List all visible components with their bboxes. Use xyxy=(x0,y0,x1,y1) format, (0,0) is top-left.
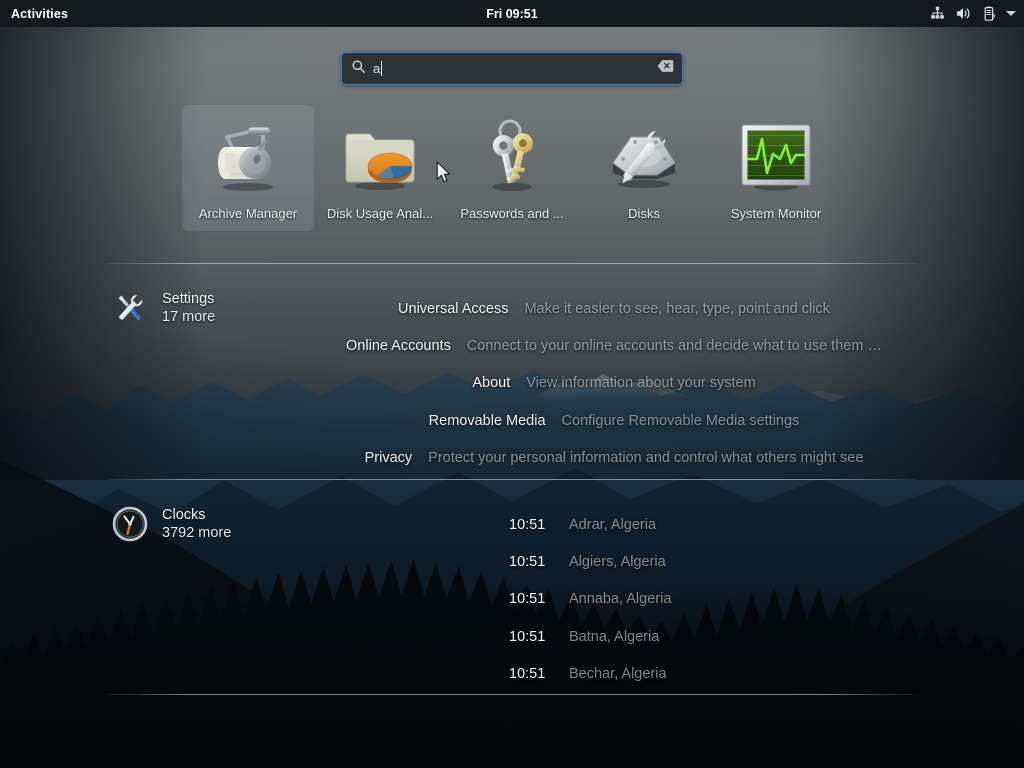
search-input[interactable]: a xyxy=(341,52,683,85)
clear-backspace-icon[interactable] xyxy=(657,59,674,78)
app-label: Passwords and ... xyxy=(460,206,564,221)
section-title: Clocks xyxy=(162,507,206,523)
search-result-row[interactable]: 10:51 Annaba, Algeria xyxy=(300,581,928,618)
result-title: Removable Media xyxy=(428,412,546,429)
search-result-row[interactable]: 10:51 Batna, Algeria xyxy=(300,618,928,655)
result-title: Universal Access xyxy=(398,300,509,317)
search-result-row[interactable]: 10:51 Bechar, Algeria xyxy=(300,656,928,693)
system-status-area[interactable] xyxy=(930,0,1016,27)
result-title: Online Accounts xyxy=(346,338,451,355)
result-city: Adrar, Algeria xyxy=(569,516,657,533)
app-result-disk-usage-analyzer[interactable]: Disk Usage Anal... xyxy=(314,105,446,231)
settings-results-list: Universal Access Make it easier to see, … xyxy=(300,290,928,477)
passwords-and-keys-icon xyxy=(469,113,555,199)
disks-icon xyxy=(601,113,687,199)
activities-label: Activities xyxy=(11,6,69,21)
section-more-count: 17 more xyxy=(162,309,216,325)
app-result-disks[interactable]: Disks xyxy=(578,105,710,231)
result-city: Algiers, Algeria xyxy=(569,554,666,571)
caret-down-icon xyxy=(1006,11,1016,16)
search-input-value: a xyxy=(373,52,650,85)
top-bar: Activities Fri 09:51 xyxy=(0,0,1024,27)
result-city: Batna, Algeria xyxy=(569,628,660,645)
settings-section-header[interactable]: Settings 17 more xyxy=(112,290,215,326)
disk-usage-analyzer-icon xyxy=(337,113,423,199)
section-separator-middle xyxy=(106,479,918,480)
settings-tools-icon xyxy=(112,290,148,326)
activities-button[interactable]: Activities xyxy=(0,0,81,27)
topbar-clock[interactable]: Fri 09:51 xyxy=(0,7,1024,21)
app-result-archive-manager[interactable]: Archive Manager xyxy=(182,105,314,231)
app-result-passwords-and-keys[interactable]: Passwords and ... xyxy=(446,105,578,231)
result-title: Privacy xyxy=(364,450,413,467)
app-results-grid: Archive Manager Disk Usage Anal... Passw… xyxy=(0,105,1024,231)
result-time: 10:51 xyxy=(509,591,546,608)
search-area: a xyxy=(0,52,1024,85)
result-title: About xyxy=(472,375,511,392)
section-separator-bottom xyxy=(106,694,918,695)
result-time: 10:51 xyxy=(509,666,546,683)
volume-icon xyxy=(956,6,972,21)
result-description: Configure Removable Media settings xyxy=(561,412,800,429)
network-wired-icon xyxy=(930,6,945,21)
app-label: Archive Manager xyxy=(198,206,298,221)
result-description: View information about your system xyxy=(526,375,756,392)
result-city: Annaba, Algeria xyxy=(569,591,672,608)
result-description: Protect your personal information and co… xyxy=(428,450,864,467)
result-description: Make it easier to see, hear, type, point… xyxy=(524,300,830,317)
app-label: Disks xyxy=(628,206,660,221)
system-monitor-icon xyxy=(733,113,819,199)
clocks-section-header[interactable]: Clocks 3792 more xyxy=(112,506,231,542)
app-label: System Monitor xyxy=(730,206,822,221)
search-result-row[interactable]: Privacy Protect your personal informatio… xyxy=(300,440,928,477)
clock-icon xyxy=(112,506,148,542)
search-result-row[interactable]: 10:51 Algiers, Algeria xyxy=(300,543,928,580)
search-result-row[interactable]: Universal Access Make it easier to see, … xyxy=(300,290,928,327)
search-icon xyxy=(351,59,366,79)
result-time: 10:51 xyxy=(509,554,546,571)
archive-manager-icon xyxy=(205,113,291,199)
app-label: Disk Usage Anal... xyxy=(326,206,434,221)
section-title: Settings xyxy=(162,291,215,307)
search-result-row[interactable]: 10:51 Adrar, Algeria xyxy=(300,506,928,543)
result-city: Bechar, Algeria xyxy=(569,666,667,683)
search-result-row[interactable]: Removable Media Configure Removable Medi… xyxy=(300,402,928,439)
search-result-row[interactable]: About View information about your system xyxy=(300,365,928,402)
battery-charging-icon xyxy=(983,5,997,22)
search-result-row[interactable]: Online Accounts Connect to your online a… xyxy=(300,327,928,364)
result-description: Connect to your online accounts and deci… xyxy=(466,338,882,355)
section-separator-top xyxy=(106,263,918,264)
section-more-count: 3792 more xyxy=(162,525,232,541)
clocks-results-list: 10:51 Adrar, Algeria 10:51 Algiers, Alge… xyxy=(300,506,928,693)
app-result-system-monitor[interactable]: System Monitor xyxy=(710,105,842,231)
result-time: 10:51 xyxy=(509,516,546,533)
result-time: 10:51 xyxy=(509,628,546,645)
